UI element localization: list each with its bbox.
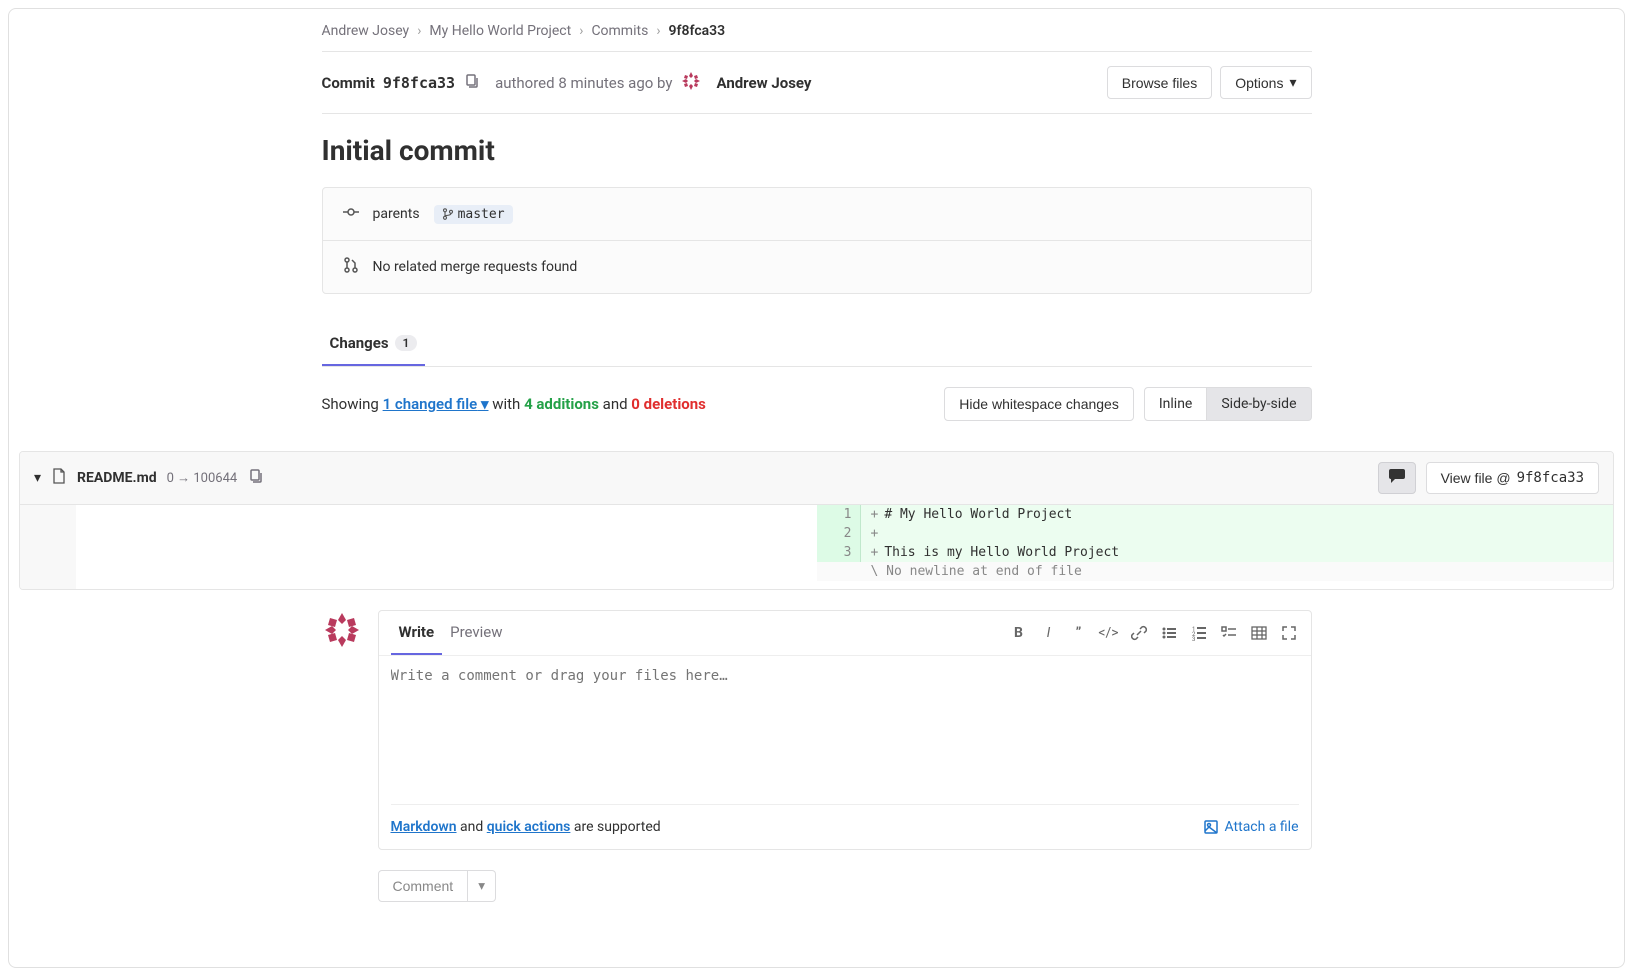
diff-old-side — [20, 505, 817, 589]
view-file-button[interactable]: View file @ 9f8fca33 — [1426, 462, 1599, 494]
info-box: parents master No related merge requests… — [322, 187, 1312, 294]
italic-icon[interactable]: I — [1039, 623, 1059, 643]
side-by-side-view-button[interactable]: Side-by-side — [1207, 387, 1311, 421]
task-list-icon[interactable] — [1219, 623, 1239, 643]
comment-box: Write Preview B I ” </> 123 Markdown and — [378, 610, 1312, 850]
deletions-count: 0 deletions — [631, 395, 706, 413]
browse-files-button[interactable]: Browse files — [1107, 66, 1212, 99]
diff-file: ▾ README.md 0 → 100644 View file @ 9f8fc… — [19, 451, 1614, 590]
diff-view-toggle: Inline Side-by-side — [1144, 387, 1312, 421]
diff-new-side: 1+# My Hello World Project 2+ 3+This is … — [817, 505, 1614, 589]
breadcrumb-user[interactable]: Andrew Josey — [322, 23, 410, 39]
tab-changes[interactable]: Changes 1 — [322, 322, 426, 366]
chevron-down-icon[interactable]: ▾ — [34, 470, 41, 486]
bold-icon[interactable]: B — [1009, 623, 1029, 643]
commit-icon — [343, 204, 359, 224]
chevron-down-icon: ▾ — [1289, 74, 1296, 91]
bullet-list-icon[interactable] — [1159, 623, 1179, 643]
hide-whitespace-button[interactable]: Hide whitespace changes — [944, 387, 1134, 421]
commit-label: Commit — [322, 74, 375, 92]
tab-write[interactable]: Write — [391, 611, 443, 655]
comment-textarea[interactable] — [391, 668, 1299, 788]
file-mode-change: 0 → 100644 — [167, 470, 238, 486]
commit-title: Initial commit — [322, 114, 1312, 187]
commit-sha: 9f8fca33 — [383, 74, 455, 92]
comment-button[interactable]: Comment — [378, 870, 469, 902]
author-name[interactable]: Andrew Josey — [716, 74, 811, 92]
additions-count: 4 additions — [524, 395, 599, 413]
chevron-right-icon: › — [656, 23, 660, 39]
options-button[interactable]: Options ▾ — [1220, 66, 1311, 99]
branch-pill[interactable]: master — [434, 205, 513, 224]
diff-line[interactable]: 3+This is my Hello World Project — [817, 543, 1614, 562]
attach-file-button[interactable]: Attach a file — [1203, 819, 1299, 835]
link-icon[interactable] — [1129, 623, 1149, 643]
toggle-comments-button[interactable] — [1378, 462, 1416, 494]
quick-actions-link[interactable]: quick actions — [487, 819, 571, 835]
diff-line[interactable]: 2+ — [817, 524, 1614, 543]
tabs: Changes 1 — [322, 322, 1312, 367]
breadcrumb: Andrew Josey › My Hello World Project › … — [322, 19, 1312, 51]
table-icon[interactable] — [1249, 623, 1269, 643]
chevron-right-icon: › — [417, 23, 421, 39]
avatar — [680, 70, 702, 96]
changes-count-badge: 1 — [395, 335, 418, 351]
authored-label: authored 8 minutes ago by — [495, 74, 672, 92]
editor-toolbar: B I ” </> 123 — [1009, 623, 1299, 643]
comment-dropdown-button[interactable]: ▾ — [468, 870, 496, 902]
diff-summary: Showing 1 changed file ▾ with 4 addition… — [322, 395, 706, 413]
no-newline-notice: \ No newline at end of file — [817, 562, 1614, 581]
changed-files-dropdown[interactable]: 1 changed file ▾ — [383, 395, 489, 413]
breadcrumb-project[interactable]: My Hello World Project — [429, 23, 571, 39]
chevron-right-icon: › — [579, 23, 583, 39]
tab-preview[interactable]: Preview — [442, 611, 510, 655]
diff-line[interactable]: 1+# My Hello World Project — [817, 505, 1614, 524]
code-icon[interactable]: </> — [1099, 623, 1119, 643]
numbered-list-icon[interactable]: 123 — [1189, 623, 1209, 643]
parents-label: parents — [373, 206, 420, 222]
breadcrumb-current: 9f8fca33 — [669, 23, 726, 39]
commit-header: Commit 9f8fca33 authored 8 minutes ago b… — [322, 51, 1312, 114]
copy-sha-icon[interactable] — [463, 73, 479, 93]
avatar — [322, 610, 362, 850]
merge-request-icon — [343, 257, 359, 277]
diff-filename[interactable]: README.md — [77, 470, 157, 486]
copy-path-icon[interactable] — [247, 468, 263, 488]
markdown-link[interactable]: Markdown — [391, 819, 457, 835]
quote-icon[interactable]: ” — [1069, 623, 1089, 643]
markdown-hint: Markdown and quick actions are supported — [391, 819, 661, 835]
svg-text:3: 3 — [1192, 636, 1195, 641]
fullscreen-icon[interactable] — [1279, 623, 1299, 643]
comment-split-button: Comment ▾ — [378, 870, 496, 902]
inline-view-button[interactable]: Inline — [1144, 387, 1208, 421]
file-icon — [51, 468, 67, 488]
no-merge-requests: No related merge requests found — [373, 259, 578, 275]
breadcrumb-commits[interactable]: Commits — [591, 23, 648, 39]
